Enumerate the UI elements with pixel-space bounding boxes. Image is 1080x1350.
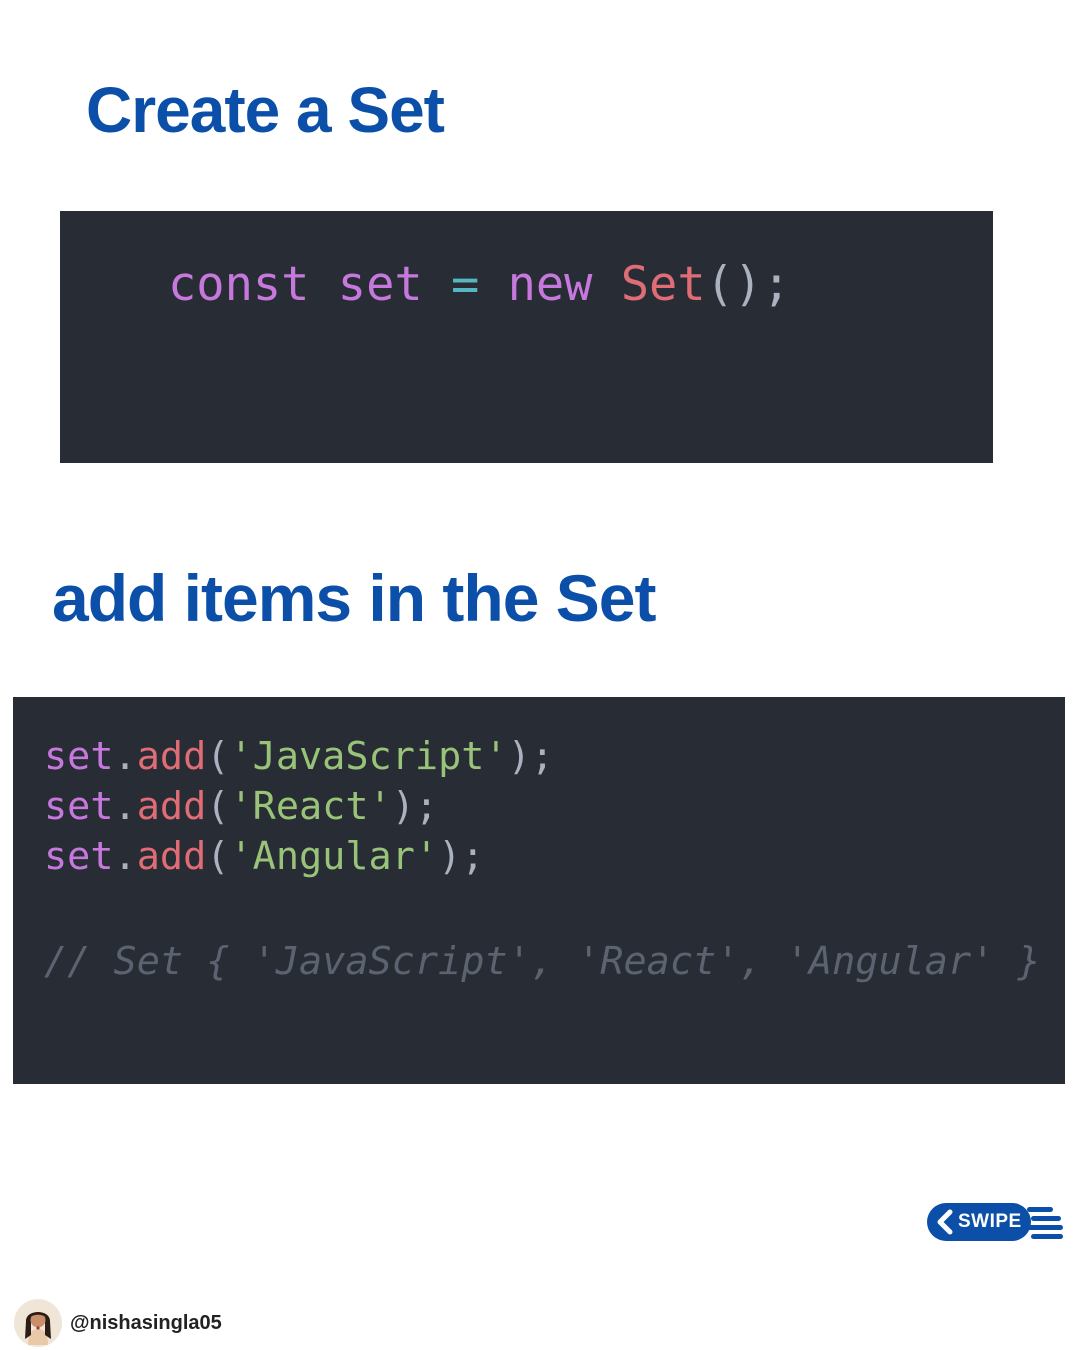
swipe-label: SWIPE	[958, 1211, 1022, 1232]
code-line: set.add('React');	[44, 782, 438, 832]
code-block-add-items: set.add('JavaScript'); set.add('React');…	[13, 697, 1065, 1084]
swipe-pill: SWIPE	[927, 1203, 1031, 1241]
code-paren-close: );	[438, 834, 485, 879]
code-new-keyword: new	[507, 257, 593, 312]
code-operator: =	[450, 257, 480, 312]
code-dot: .	[113, 834, 137, 879]
speed-line	[1025, 1225, 1063, 1230]
code-object: set	[44, 784, 114, 829]
code-paren-open: (	[206, 734, 230, 779]
code-string: 'Angular'	[229, 834, 439, 879]
code-object: set	[44, 834, 114, 879]
avatar-illustration	[14, 1299, 62, 1347]
code-paren-open: (	[206, 784, 230, 829]
code-line: set.add('JavaScript');	[44, 732, 554, 782]
speed-line	[1027, 1207, 1053, 1212]
code-class-name: Set	[620, 257, 706, 312]
code-comment: // Set { 'JavaScript', 'React', 'Angular…	[44, 939, 1041, 984]
avatar[interactable]	[14, 1299, 62, 1347]
code-variable: set	[337, 257, 423, 312]
code-method: add	[136, 784, 207, 829]
section-title-create-set: Create a Set	[86, 74, 445, 146]
code-line: set.add('Angular');	[44, 832, 484, 882]
chevron-left-icon	[937, 1209, 953, 1235]
code-keyword: const	[168, 257, 310, 312]
author-handle: @nishasingla05	[70, 1312, 222, 1334]
code-paren-close: );	[391, 784, 439, 829]
code-dot: .	[113, 734, 137, 779]
code-dot: .	[113, 784, 137, 829]
code-object: set	[44, 734, 114, 779]
code-punctuation: ();	[705, 257, 791, 312]
code-string: 'React'	[229, 784, 392, 829]
code-line: const set = new Set();	[168, 257, 791, 313]
code-block-create-set: const set = new Set();	[60, 211, 993, 463]
section-title-add-items: add items in the Set	[52, 561, 656, 635]
code-string: 'JavaScript'	[229, 734, 508, 779]
code-method: add	[136, 734, 207, 779]
code-method: add	[136, 834, 207, 879]
swipe-badge[interactable]: SWIPE	[927, 1203, 1067, 1241]
code-paren-open: (	[206, 834, 230, 879]
code-paren-close: );	[507, 734, 554, 779]
speed-line	[1031, 1216, 1061, 1221]
speed-line	[1031, 1234, 1063, 1239]
